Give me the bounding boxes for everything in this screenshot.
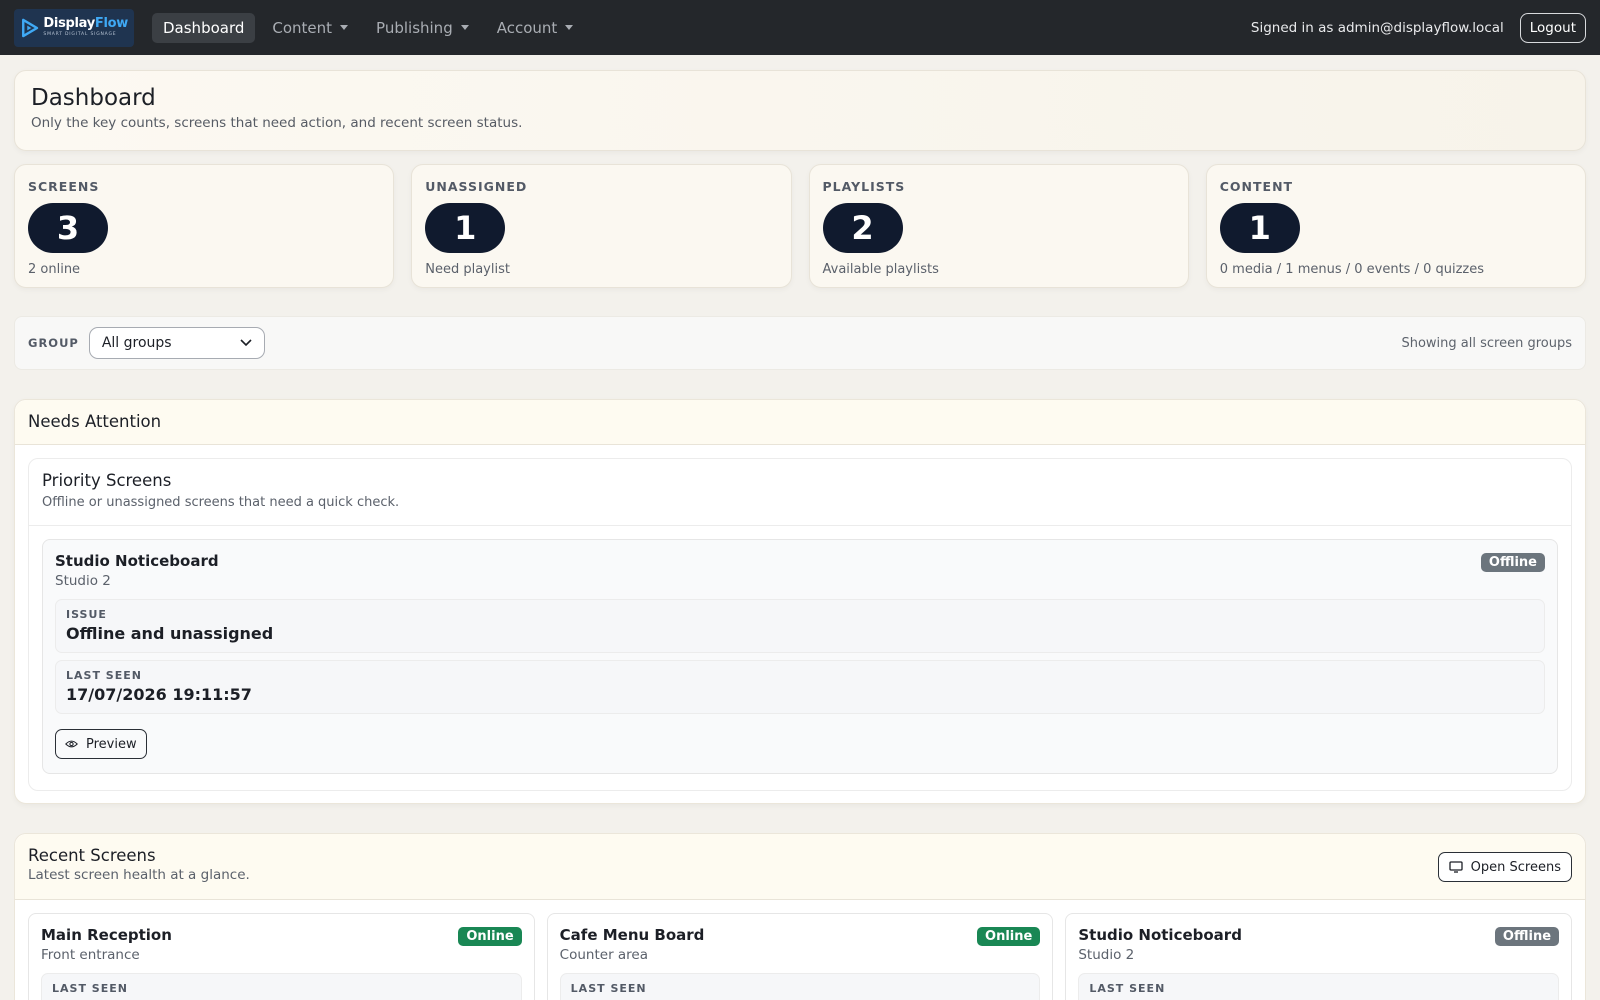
last-seen-value: 17/07/2026 19:11:57 xyxy=(66,685,252,704)
recent-screen-card: Main Reception Front entrance Online LAS… xyxy=(28,913,535,1000)
page-subtitle: Only the key counts, screens that need a… xyxy=(31,115,523,131)
screen-name: Cafe Menu Board xyxy=(559,926,705,944)
open-screens-button[interactable]: Open Screens xyxy=(1437,852,1572,882)
open-screens-label: Open Screens xyxy=(1470,859,1561,875)
page-title: Dashboard xyxy=(31,85,156,111)
stat-label: CONTENT xyxy=(1219,179,1294,194)
recent-screen-card: Cafe Menu Board Counter area Online LAST… xyxy=(546,913,1054,1000)
chevron-down-icon xyxy=(240,339,252,347)
stat-label: PLAYLISTS xyxy=(822,179,906,194)
top-navbar: DisplayFlow SMART DIGITAL SIGNAGE Dashbo… xyxy=(0,0,1600,55)
preview-button[interactable]: Preview xyxy=(55,729,147,759)
nav-content[interactable]: Content xyxy=(261,13,359,43)
recent-screen-card: Studio Noticeboard Studio 2 Offline LAST… xyxy=(1065,913,1573,1000)
stat-screens: SCREENS 3 2 online xyxy=(14,164,395,288)
stat-value: 1 xyxy=(1219,203,1300,253)
brand-logo[interactable]: DisplayFlow SMART DIGITAL SIGNAGE xyxy=(14,8,134,47)
stat-sub: 2 online xyxy=(28,262,81,277)
stat-unassigned: UNASSIGNED 1 Need playlist xyxy=(411,164,792,288)
last-seen-label: LAST SEEN xyxy=(66,669,142,682)
last-seen-field: LAST SEEN 17/07/2026 19:11:57 xyxy=(55,660,1545,714)
caret-down-icon xyxy=(565,25,574,30)
stat-sub: Available playlists xyxy=(822,262,939,277)
stat-content: CONTENT 1 0 media / 1 menus / 0 events /… xyxy=(1205,164,1586,288)
issue-value: Offline and unassigned xyxy=(66,624,274,643)
last-seen-label: LAST SEEN xyxy=(52,982,128,995)
last-seen-label: LAST SEEN xyxy=(570,982,647,995)
nav-publishing-label: Publishing xyxy=(376,18,453,37)
priority-screens-subtitle: Offline or unassigned screens that need … xyxy=(42,495,400,510)
signed-in-text: Signed in as admin@displayflow.local xyxy=(1250,19,1504,36)
screen-location: Counter area xyxy=(559,947,649,963)
screen-name: Studio Noticeboard xyxy=(55,552,219,570)
brand-name: DisplayFlow xyxy=(43,16,128,32)
stat-sub: 0 media / 1 menus / 0 events / 0 quizzes xyxy=(1219,262,1485,277)
group-filter-note: Showing all screen groups xyxy=(1401,335,1572,351)
group-select[interactable]: All groups xyxy=(88,327,265,359)
last-seen-label: LAST SEEN xyxy=(1089,982,1166,995)
stat-label: SCREENS xyxy=(28,179,100,194)
page-header: Dashboard Only the key counts, screens t… xyxy=(14,70,1586,151)
last-seen-field: LAST SEEN xyxy=(559,973,1041,1000)
stat-value: 2 xyxy=(822,203,903,253)
nav-account[interactable]: Account xyxy=(486,13,585,43)
stat-sub: Need playlist xyxy=(425,262,510,277)
priority-screen-card: Studio Noticeboard Studio 2 Offline ISSU… xyxy=(42,539,1558,774)
recent-screens-subtitle: Latest screen health at a glance. xyxy=(28,867,250,883)
stat-playlists: PLAYLISTS 2 Available playlists xyxy=(808,164,1189,288)
nav-dashboard[interactable]: Dashboard xyxy=(152,12,256,43)
status-badge: Offline xyxy=(1480,553,1545,572)
status-badge: Online xyxy=(977,927,1041,946)
eye-icon xyxy=(65,740,78,748)
group-filter-label: GROUP xyxy=(28,336,79,350)
brand-tagline: SMART DIGITAL SIGNAGE xyxy=(43,32,117,38)
status-badge: Offline xyxy=(1494,927,1560,946)
last-seen-field: LAST SEEN xyxy=(1078,973,1560,1000)
stat-value: 3 xyxy=(28,203,108,253)
screen-location: Studio 2 xyxy=(55,573,111,589)
needs-attention-title: Needs Attention xyxy=(15,400,1585,445)
nav-dashboard-label: Dashboard xyxy=(163,18,245,37)
screen-name: Studio Noticeboard xyxy=(1078,926,1242,944)
caret-down-icon xyxy=(460,25,469,30)
recent-screens-title: Recent Screens xyxy=(28,846,156,865)
group-select-value: All groups xyxy=(101,335,172,351)
recent-screens-panel: Recent Screens Latest screen health at a… xyxy=(14,833,1586,1000)
main-content: Dashboard Only the key counts, screens t… xyxy=(0,55,1600,1000)
stats-row: SCREENS 3 2 online UNASSIGNED 1 Need pla… xyxy=(14,164,1586,288)
screen-name: Main Reception xyxy=(41,926,172,944)
priority-screens-panel: Priority Screens Offline or unassigned s… xyxy=(28,458,1572,791)
last-seen-field: LAST SEEN xyxy=(41,973,522,1000)
caret-down-icon xyxy=(340,25,349,30)
nav-account-label: Account xyxy=(496,18,558,37)
needs-attention-panel: Needs Attention Priority Screens Offline… xyxy=(14,399,1586,804)
screen-location: Front entrance xyxy=(41,947,140,963)
play-logo-icon xyxy=(22,18,39,37)
recent-screens-grid: Main Reception Front entrance Online LAS… xyxy=(15,900,1585,1000)
nav-publishing[interactable]: Publishing xyxy=(365,13,480,43)
stat-label: UNASSIGNED xyxy=(425,179,528,194)
preview-label: Preview xyxy=(86,736,137,752)
logout-button[interactable]: Logout xyxy=(1519,12,1586,43)
monitor-icon xyxy=(1449,861,1463,873)
issue-field: ISSUE Offline and unassigned xyxy=(55,599,1545,653)
priority-screens-title: Priority Screens xyxy=(42,471,172,490)
screen-location: Studio 2 xyxy=(1078,947,1135,963)
stat-value: 1 xyxy=(425,203,506,253)
status-badge: Online xyxy=(458,927,522,946)
group-filter-bar: GROUP All groups Showing all screen grou… xyxy=(14,316,1586,370)
issue-label: ISSUE xyxy=(66,608,107,621)
main-nav: Dashboard Content Publishing Account xyxy=(152,12,585,43)
nav-content-label: Content xyxy=(272,18,333,37)
